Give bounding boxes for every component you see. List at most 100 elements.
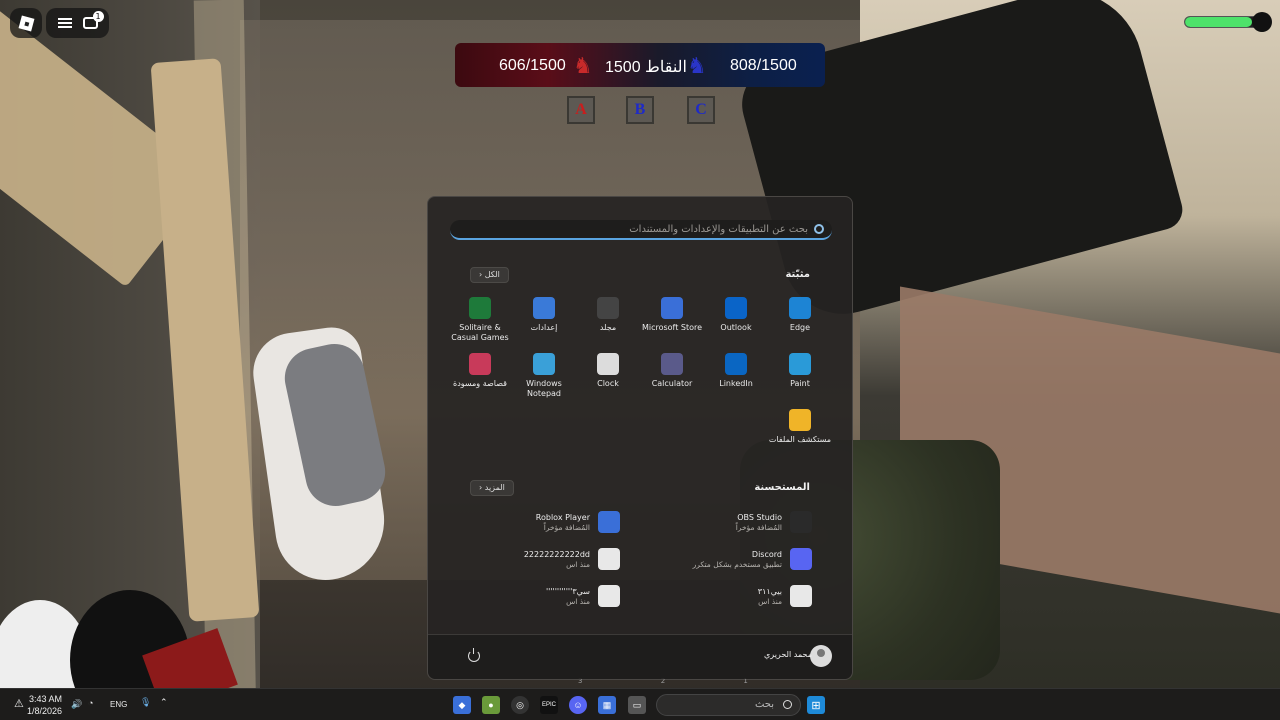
- search-icon: [783, 700, 792, 709]
- start-search-box[interactable]: بحث عن التطبيقات والإعدادات والمستندات: [450, 220, 832, 240]
- image-file-icon: [790, 585, 812, 607]
- more-label: المزيد: [484, 483, 505, 492]
- pinned-app[interactable]: إعدادات: [512, 297, 576, 333]
- taskbar-roblox-icon[interactable]: ◆: [453, 696, 471, 714]
- language-indicator[interactable]: ENG: [110, 700, 127, 709]
- recommended-item-name: Roblox Player: [535, 512, 590, 522]
- pinned-app-label: إعدادات: [530, 323, 558, 332]
- recommended-item-name: بيي٣١١: [757, 586, 782, 596]
- settings-icon: [533, 297, 555, 319]
- image-file-icon: [598, 585, 620, 607]
- discord-icon: [790, 548, 812, 570]
- recommended-item[interactable]: OBS Studio المُضافة مؤخراً: [692, 509, 812, 535]
- all-apps-button[interactable]: الكل ‹: [470, 267, 509, 283]
- blue-team-score: 808/1500: [730, 57, 797, 74]
- points-target: 1500 النقاط: [605, 59, 687, 76]
- recommended-item-name: Discord: [751, 549, 782, 559]
- power-icon[interactable]: [468, 648, 480, 662]
- pinned-app[interactable]: Outlook: [704, 297, 768, 333]
- chat-icon[interactable]: 1: [82, 11, 104, 29]
- linkedin-icon: [725, 353, 747, 375]
- recommended-item[interactable]: Roblox Player المُضافة مؤخراً: [500, 509, 620, 535]
- recommended-item-subtitle: المُضافة مؤخراً: [543, 522, 590, 532]
- chat-notification-badge: 1: [92, 11, 104, 22]
- taskbar-epic-icon[interactable]: EPIC: [540, 696, 558, 714]
- obs-icon: [790, 511, 812, 533]
- search-icon: [814, 224, 824, 234]
- recommended-item[interactable]: 22222222222dd منذ اس: [500, 546, 620, 572]
- recommended-item-name: 22222222222dd: [523, 549, 590, 559]
- taskbar-discord-icon[interactable]: ☺: [569, 696, 587, 714]
- all-apps-label: الكل: [484, 270, 500, 279]
- edge-icon: [789, 297, 811, 319]
- pinned-app-label: مجلد: [599, 323, 617, 332]
- pinned-heading: مثبّتة: [785, 269, 810, 280]
- recommended-item[interactable]: سي٣'''''''''''' منذ اس: [500, 583, 620, 609]
- pinned-app[interactable]: Edge: [768, 297, 832, 333]
- pinned-app-label: Outlook: [720, 323, 752, 332]
- recommended-item-subtitle: منذ اس: [566, 596, 590, 606]
- taskbar-search[interactable]: بحث: [656, 694, 801, 716]
- pinned-app[interactable]: مجلد: [576, 297, 640, 333]
- recommended-item[interactable]: Discord تطبيق مستخدم بشكل متكرر: [692, 546, 812, 572]
- roblox-menu-button[interactable]: [10, 8, 42, 38]
- wifi-icon[interactable]: ◔: [88, 698, 93, 708]
- pinned-app[interactable]: Solitaire & Casual Games: [448, 297, 512, 343]
- taskbar-task-view-icon[interactable]: ▭: [628, 696, 646, 714]
- volume-icon[interactable]: 🔊: [71, 699, 82, 710]
- clock-date[interactable]: 1/8/2026: [27, 706, 62, 716]
- pinned-app[interactable]: Microsoft Store: [640, 297, 704, 333]
- pinned-app-label: Edge: [789, 323, 811, 332]
- file-explorer-icon: [789, 409, 811, 431]
- recommended-item-subtitle: تطبيق مستخدم بشكل متكرر: [692, 559, 782, 569]
- pinned-app-label: Solitaire & Casual Games: [451, 323, 509, 342]
- recommended-heading: المستحسنة: [754, 482, 810, 493]
- outlook-icon: [725, 297, 747, 319]
- pinned-app[interactable]: Windows Notepad: [512, 353, 576, 399]
- microphone-icon[interactable]: 🎙: [140, 697, 151, 708]
- image-file-icon: [598, 548, 620, 570]
- snipping-tool-icon: [469, 353, 491, 375]
- start-menu: بحث عن التطبيقات والإعدادات والمستندات م…: [427, 196, 853, 685]
- taskbar-obs-icon[interactable]: ◎: [511, 696, 529, 714]
- pinned-app-label: Windows Notepad: [526, 379, 562, 398]
- recommended-item-name: OBS Studio: [737, 512, 782, 522]
- paint-icon: [789, 353, 811, 375]
- weather-alert-icon[interactable]: ⚠: [14, 697, 24, 710]
- hamburger-menu-icon[interactable]: [57, 18, 72, 28]
- pinned-app[interactable]: Paint: [768, 353, 832, 389]
- user-name[interactable]: محمد الحريري: [764, 650, 812, 659]
- taskbar-store-icon[interactable]: ▦: [598, 696, 616, 714]
- pinned-app-label: قصاصة ومسودة: [453, 379, 507, 388]
- windows-start-icon[interactable]: ⊞: [807, 696, 825, 714]
- capture-point-b: B: [626, 96, 654, 124]
- pinned-app-label: مستكشف الملفات: [768, 435, 832, 444]
- capture-points: A B C: [567, 96, 717, 124]
- pinned-app[interactable]: Clock: [576, 353, 640, 389]
- folder-shortcut-icon: [597, 297, 619, 319]
- pinned-app[interactable]: LinkedIn: [704, 353, 768, 389]
- calculator-icon: [661, 353, 683, 375]
- show-hidden-icons-icon[interactable]: ⌃: [160, 697, 168, 708]
- solitaire-icon: [469, 297, 491, 319]
- scoreboard: 606/1500 ♞ 1500 النقاط ♞ 808/1500: [455, 43, 825, 87]
- recommended-item[interactable]: بيي٣١١ منذ اس: [692, 583, 812, 609]
- health-bar: [1184, 16, 1260, 28]
- taskbar: ⚠ 3:43 AM 1/8/2026 🔊 ◔ ENG 🎙 ⌃ ◆ ● ◎ EPI…: [0, 688, 1280, 720]
- capture-point-c: C: [687, 96, 715, 124]
- start-footer: محمد الحريري: [428, 634, 852, 679]
- clock-icon: [597, 353, 619, 375]
- store-icon: [661, 297, 683, 319]
- more-button[interactable]: المزيد ‹: [470, 480, 514, 496]
- recommended-item-name: سي٣'''''''''''': [545, 586, 590, 596]
- clock-time[interactable]: 3:43 AM: [29, 694, 62, 704]
- pinned-app[interactable]: Calculator: [640, 353, 704, 389]
- user-avatar[interactable]: [810, 645, 832, 667]
- notepad-icon: [533, 353, 555, 375]
- taskbar-game-icon[interactable]: ●: [482, 696, 500, 714]
- pinned-app[interactable]: قصاصة ومسودة: [448, 353, 512, 389]
- pinned-app-label: Microsoft Store: [641, 323, 703, 332]
- red-soldier-icon: ♞: [573, 53, 593, 78]
- capture-point-a: A: [567, 96, 595, 124]
- pinned-app[interactable]: مستكشف الملفات: [768, 409, 832, 445]
